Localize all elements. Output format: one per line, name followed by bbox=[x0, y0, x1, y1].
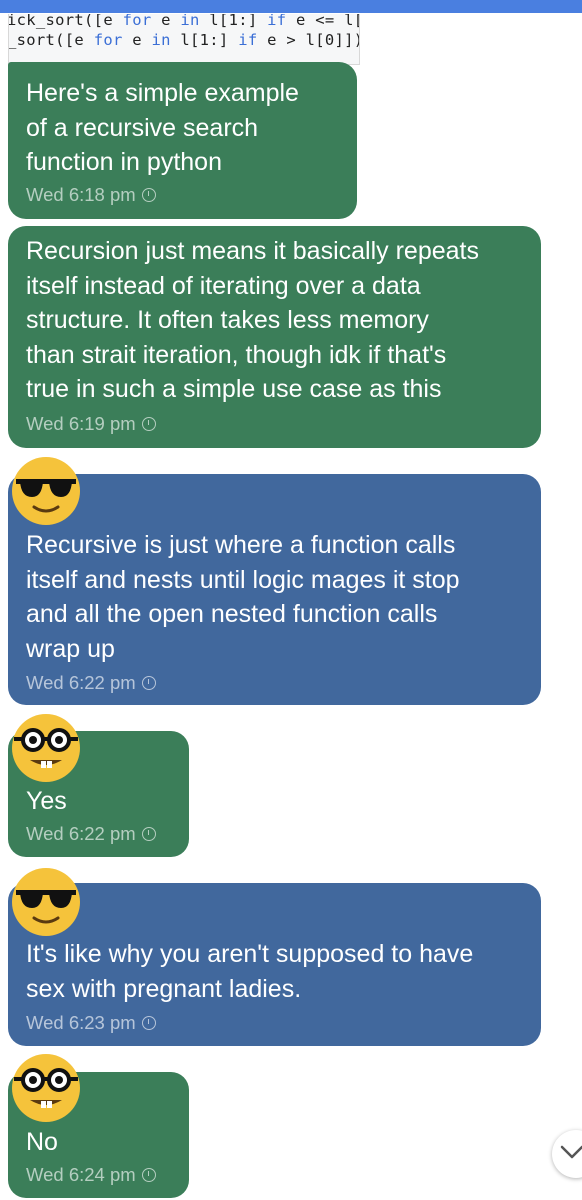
code-line-1: ick_sort([e for e in l[1:] if e <= l[0] bbox=[8, 14, 359, 29]
message-time: Wed 6:22 pm bbox=[26, 672, 136, 693]
message-bubble[interactable]: Here's a simple example of a recursive s… bbox=[8, 62, 357, 219]
message-bubble[interactable]: Recursion just means it basically repeat… bbox=[8, 226, 541, 448]
message-bubble[interactable]: Recursive is just where a function calls… bbox=[8, 474, 541, 705]
top-app-bar bbox=[0, 0, 582, 13]
clock-icon bbox=[141, 676, 156, 690]
message-time: Wed 6:19 pm bbox=[26, 413, 136, 434]
clock-icon bbox=[141, 827, 156, 841]
message-meta: Wed 6:22 pm bbox=[26, 823, 156, 845]
nerd-emoji-icon bbox=[12, 714, 80, 782]
sunglasses-emoji-icon bbox=[12, 457, 80, 525]
message-text: Recursion just means it basically repeat… bbox=[26, 237, 479, 403]
message-time: Wed 6:23 pm bbox=[26, 1012, 136, 1033]
message-text: Recursive is just where a function calls… bbox=[26, 531, 460, 663]
clock-icon bbox=[141, 188, 156, 202]
message-time: Wed 6:24 pm bbox=[26, 1164, 136, 1185]
message-time: Wed 6:22 pm bbox=[26, 823, 136, 844]
sunglasses-emoji-icon bbox=[12, 868, 80, 936]
code-snippet: ick_sort([e for e in l[1:] if e <= l[0] … bbox=[8, 14, 360, 65]
message-meta: Wed 6:24 pm bbox=[26, 1164, 156, 1186]
message-meta: Wed 6:18 pm bbox=[26, 184, 156, 206]
message-bubble[interactable]: It's like why you aren't supposed to hav… bbox=[8, 883, 541, 1046]
clock-icon bbox=[141, 417, 156, 431]
message-meta: Wed 6:23 pm bbox=[26, 1012, 156, 1034]
nerd-emoji-icon bbox=[12, 1054, 80, 1122]
chevron-down-icon bbox=[560, 1145, 582, 1159]
clock-icon bbox=[141, 1168, 156, 1182]
message-text: No bbox=[26, 1128, 58, 1156]
message-time: Wed 6:18 pm bbox=[26, 184, 136, 205]
message-text: Yes bbox=[26, 787, 67, 815]
message-meta: Wed 6:19 pm bbox=[26, 413, 156, 435]
message-text: It's like why you aren't supposed to hav… bbox=[26, 940, 474, 1003]
code-line-2: _sort([e for e in l[1:] if e > l[0]]) bbox=[8, 31, 360, 49]
message-text: Here's a simple example of a recursive s… bbox=[26, 79, 299, 176]
message-meta: Wed 6:22 pm bbox=[26, 672, 156, 694]
clock-icon bbox=[141, 1016, 156, 1030]
scroll-to-bottom-button[interactable] bbox=[552, 1130, 582, 1178]
